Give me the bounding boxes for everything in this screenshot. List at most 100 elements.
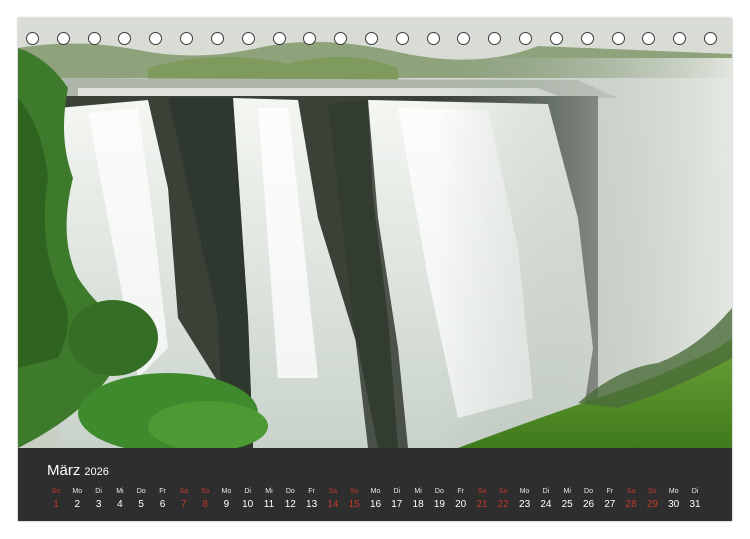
day-cell: So 15 (343, 487, 365, 512)
weekday-label: Fr (457, 488, 464, 495)
binding-ring (26, 32, 39, 45)
weekday-label: So (499, 488, 508, 495)
day-cell: Fr 20 (450, 487, 472, 512)
day-number: 1 (53, 499, 59, 510)
weekday-label: Fr (159, 488, 166, 495)
weekday-label: Mo (668, 488, 679, 495)
weekday-label: Sa (626, 488, 636, 495)
binding-ring (87, 32, 101, 45)
binding-ring (642, 32, 656, 45)
day-cell: Mi 18 (407, 487, 429, 512)
binding-ring (272, 32, 286, 45)
day-number: 3 (95, 499, 102, 510)
binding-ring (180, 32, 194, 45)
day-number: 20 (455, 499, 467, 510)
day-cell: Mo 23 (514, 487, 536, 512)
day-number: 12 (284, 499, 296, 510)
day-number: 29 (646, 499, 658, 510)
day-cell: Sa 28 (620, 487, 642, 512)
day-number: 27 (604, 499, 616, 510)
day-number: 25 (561, 499, 573, 510)
day-cell: Fr 6 (152, 487, 174, 512)
binding-ring (149, 32, 163, 45)
weekday-label: Mo (221, 488, 232, 495)
day-cell: Mi 11 (258, 487, 280, 512)
day-cell: Di 17 (386, 487, 408, 512)
day-number: 30 (668, 499, 680, 510)
weekday-label: Mi (265, 488, 273, 495)
day-cell: Do 12 (279, 487, 301, 512)
day-number: 14 (327, 499, 339, 510)
weekday-label: Mo (370, 488, 381, 495)
day-cell: Di 3 (88, 487, 110, 512)
day-cell: Di 31 (684, 487, 706, 512)
day-cell: So 8 (194, 487, 216, 512)
weekday-label: Do (136, 488, 146, 495)
day-cell: Mo 9 (215, 487, 237, 512)
binding-ring (426, 32, 440, 45)
binding-ring (365, 32, 378, 45)
weekday-label: Fr (308, 488, 315, 495)
weekday-label: Sa (179, 488, 189, 495)
day-number: 19 (433, 499, 445, 510)
month-title: März 2026 (47, 462, 109, 479)
weekday-label: Di (95, 488, 102, 495)
day-number: 24 (540, 499, 552, 510)
day-number: 21 (476, 499, 488, 510)
binding-ring (118, 32, 132, 45)
weekday-label: Di (244, 488, 251, 495)
day-number: 2 (74, 499, 81, 510)
weekday-label: So (51, 488, 61, 495)
weekday-label: Mi (116, 488, 124, 495)
day-number: 16 (369, 499, 382, 510)
waterfall-photo (18, 18, 732, 448)
binding-ring (56, 32, 70, 45)
weekday-label: Do (434, 488, 444, 495)
day-cell: Mi 4 (109, 487, 131, 512)
weekday-label: So (200, 488, 210, 495)
day-number: 6 (159, 499, 166, 510)
weekday-label: Mi (414, 488, 422, 495)
day-cell: So 1 (45, 487, 67, 512)
weekday-label: Do (584, 488, 593, 495)
day-cell: Sa 7 (173, 487, 195, 512)
calendar-footer: März 2026 So 1 Mo 2 Di 3 Mi 4 Do 5 Fr 6 Sa 7 So 8 Mo 9 Di 10… (18, 448, 732, 521)
weekday-label: Fr (606, 488, 614, 495)
day-cell: Fr 27 (599, 487, 621, 512)
weekday-label: Di (542, 488, 550, 495)
day-number: 23 (519, 499, 531, 510)
month-name: März (47, 462, 81, 479)
day-cell: Mi 25 (556, 487, 578, 512)
day-number: 8 (202, 499, 208, 510)
weekday-label: Sa (328, 488, 338, 495)
day-cell: So 29 (641, 487, 663, 512)
spiral-binding (18, 32, 732, 48)
binding-ring (611, 32, 625, 45)
day-cell: Fr 13 (301, 487, 323, 512)
binding-ring (519, 32, 533, 45)
calendar-page: März 2026 So 1 Mo 2 Di 3 Mi 4 Do 5 Fr 6 Sa 7 So 8 Mo 9 Di 10… (18, 18, 732, 521)
binding-ring (210, 32, 224, 45)
day-number: 7 (181, 499, 187, 510)
day-number: 26 (582, 499, 595, 510)
weekday-label: Mo (519, 488, 530, 495)
day-number: 4 (117, 499, 123, 510)
weekday-label: So (648, 488, 657, 495)
day-cell: Do 5 (130, 487, 152, 512)
day-cell: Mo 16 (365, 487, 387, 512)
day-number: 15 (348, 499, 360, 510)
day-number: 10 (242, 499, 254, 510)
day-number: 31 (689, 499, 701, 510)
day-cell: Di 10 (237, 487, 259, 512)
day-number: 13 (306, 499, 318, 510)
day-strip: So 1 Mo 2 Di 3 Mi 4 Do 5 Fr 6 Sa 7 So 8 Mo 9 Di 10 Mi 11 Do 12 F… (18, 487, 732, 521)
day-cell: Sa 14 (322, 487, 344, 512)
day-cell: Sa 21 (471, 487, 493, 512)
binding-ring (457, 32, 471, 45)
weekday-label: Sa (477, 488, 487, 495)
day-number: 5 (138, 499, 144, 510)
day-cell: Di 24 (535, 487, 557, 512)
binding-ring (704, 32, 717, 45)
weekday-label: Di (691, 488, 699, 495)
day-cell: Do 26 (578, 487, 600, 512)
